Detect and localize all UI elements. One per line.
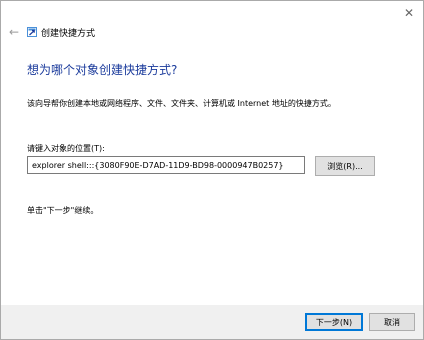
continue-hint: 单击"下一步"继续。: [27, 206, 99, 215]
arrow-left-icon[interactable]: ←: [7, 25, 21, 39]
shortcut-icon: [27, 27, 37, 37]
wizard-description: 该向导帮你创建本地或网络程序、文件、文件夹、计算机或 Internet 地址的快…: [27, 99, 336, 108]
cancel-button[interactable]: 取消: [369, 313, 415, 331]
window-title: 创建快捷方式: [41, 29, 96, 39]
create-shortcut-dialog: ✕ ← 创建快捷方式 想为哪个对象创建快捷方式? 该向导帮你创建本地或网络程序、…: [0, 0, 424, 340]
browse-button[interactable]: 浏览(R)...: [315, 156, 375, 176]
next-button[interactable]: 下一步(N): [305, 313, 363, 331]
location-input[interactable]: [27, 156, 305, 174]
dialog-footer: 下一步(N) 取消: [1, 305, 423, 339]
page-heading: 想为哪个对象创建快捷方式?: [27, 63, 178, 77]
title-bar: ✕ ← 创建快捷方式: [1, 1, 423, 39]
close-icon[interactable]: ✕: [401, 5, 417, 21]
location-label: 请键入对象的位置(T):: [27, 144, 105, 153]
